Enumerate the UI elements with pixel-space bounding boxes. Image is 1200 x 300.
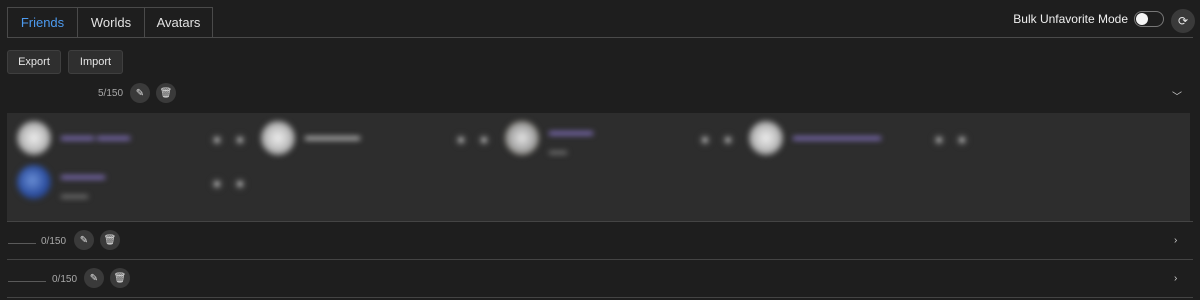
refresh-button[interactable]: ⟳ xyxy=(1171,9,1195,33)
edit-group-button[interactable]: ✎ xyxy=(84,268,104,288)
delete-group-button[interactable]: 🗑 xyxy=(100,230,120,250)
friend-name: ▬▬▬▬ xyxy=(549,126,593,138)
bulk-unfavorite-label: Bulk Unfavorite Mode xyxy=(1013,12,1128,26)
friend-remove-icon[interactable] xyxy=(477,133,491,147)
friend-action-icon[interactable] xyxy=(454,133,468,147)
friend-card[interactable]: ▬▬▬▬ ▬▬ xyxy=(505,121,745,161)
bulk-unfavorite-control: Bulk Unfavorite Mode xyxy=(1013,11,1164,27)
group-name xyxy=(8,281,46,282)
favorites-tab-bar: Friends Worlds Avatars xyxy=(7,7,213,37)
chevron-right-icon[interactable]: › xyxy=(1174,273,1177,284)
group-separator xyxy=(7,221,1193,222)
friend-remove-icon[interactable] xyxy=(721,133,735,147)
friend-card[interactable]: ▬▬▬▬ ▬▬▬ xyxy=(17,165,257,205)
delete-group-button[interactable]: 🗑 xyxy=(156,83,176,103)
friend-name: ▬▬▬▬▬▬▬▬ xyxy=(793,131,881,143)
favorite-group-2-header[interactable]: 0/150 ✎ 🗑 › xyxy=(0,226,1200,256)
tab-worlds[interactable]: Worlds xyxy=(77,7,145,37)
friend-name: ▬▬▬ ▬▬▬ xyxy=(61,131,131,143)
favorite-group-3-header[interactable]: 0/150 ✎ 🗑 › xyxy=(0,264,1200,294)
edit-group-button[interactable]: ✎ xyxy=(74,230,94,250)
friend-card[interactable]: ▬▬▬▬▬ xyxy=(261,121,501,161)
avatar xyxy=(17,165,51,199)
group-count: 5/150 xyxy=(98,88,124,99)
edit-group-button[interactable]: ✎ xyxy=(130,83,150,103)
friend-remove-icon[interactable] xyxy=(955,133,969,147)
trash-icon: 🗑 xyxy=(159,87,173,99)
pencil-icon: ✎ xyxy=(79,234,89,246)
friend-remove-icon[interactable] xyxy=(233,177,247,191)
refresh-icon: ⟳ xyxy=(1177,14,1189,28)
chevron-down-icon[interactable]: ﹀ xyxy=(1172,88,1182,103)
group-count: 0/150 xyxy=(41,236,67,247)
toggle-knob xyxy=(1136,13,1148,25)
friend-remove-icon[interactable] xyxy=(233,133,247,147)
favorite-group-1-header[interactable]: 5/150 ✎ 🗑 ﹀ xyxy=(0,80,1200,110)
group-count: 0/150 xyxy=(52,274,78,285)
group-name xyxy=(8,243,36,244)
trash-icon: 🗑 xyxy=(103,234,117,246)
friend-name: ▬▬▬▬ xyxy=(61,170,105,182)
delete-group-button[interactable]: 🗑 xyxy=(110,268,130,288)
friend-action-icon[interactable] xyxy=(210,133,224,147)
friend-action-icon[interactable] xyxy=(210,177,224,191)
export-button[interactable]: Export xyxy=(7,50,61,74)
import-button[interactable]: Import xyxy=(68,50,123,74)
pencil-icon: ✎ xyxy=(89,272,99,284)
tab-friends[interactable]: Friends xyxy=(7,7,78,37)
friend-action-icon[interactable] xyxy=(698,133,712,147)
friend-action-icon[interactable] xyxy=(932,133,946,147)
friend-name: ▬▬▬▬▬ xyxy=(305,131,360,143)
favorite-group-1-content: ▬▬▬ ▬▬▬ ▬▬▬▬▬ ▬▬▬▬ ▬▬ ▬▬▬▬▬▬▬▬ ▬▬▬▬ ▬▬▬ xyxy=(7,113,1190,221)
group-separator xyxy=(7,297,1193,298)
avatar xyxy=(17,121,51,155)
avatar xyxy=(505,121,539,155)
trash-icon: 🗑 xyxy=(113,272,127,284)
tab-avatars[interactable]: Avatars xyxy=(144,7,213,37)
friend-card[interactable]: ▬▬▬▬▬▬▬▬ xyxy=(749,121,989,161)
avatar xyxy=(749,121,783,155)
friend-status: ▬▬▬ xyxy=(61,190,88,200)
chevron-right-icon[interactable]: › xyxy=(1174,235,1177,246)
friend-card[interactable]: ▬▬▬ ▬▬▬ xyxy=(17,121,257,161)
group-separator xyxy=(7,259,1193,260)
pencil-icon: ✎ xyxy=(135,87,145,99)
tab-divider xyxy=(7,37,1193,38)
bulk-unfavorite-toggle[interactable] xyxy=(1134,11,1164,27)
friend-status: ▬▬ xyxy=(549,146,567,156)
avatar xyxy=(261,121,295,155)
